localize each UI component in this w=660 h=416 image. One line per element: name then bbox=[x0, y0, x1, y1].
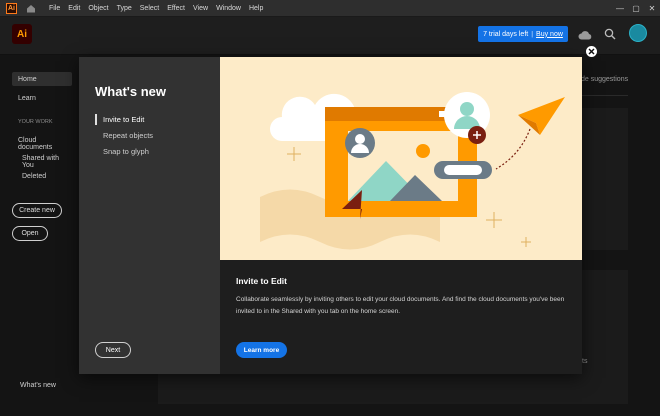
feature-content: Invite to Edit Collaborate seamlessly by… bbox=[220, 260, 582, 374]
sidebar-item-home[interactable]: Home bbox=[18, 76, 37, 83]
background-card bbox=[582, 108, 628, 250]
create-new-button[interactable]: Create new bbox=[12, 203, 62, 218]
feature-description: Collaborate seamlessly by inviting other… bbox=[236, 296, 565, 315]
maximize-button[interactable]: ▢ bbox=[628, 0, 644, 17]
menu-effect[interactable]: Effect bbox=[163, 5, 189, 12]
sidebar-section-your-work: YOUR WORK bbox=[18, 119, 53, 125]
dialog-sidebar: What's new Invite to Edit Repeat objects… bbox=[79, 57, 220, 374]
menu-help[interactable]: Help bbox=[245, 5, 267, 12]
menu-window[interactable]: Window bbox=[212, 5, 245, 12]
menu-bar: File Edit Object Type Select Effect View… bbox=[45, 5, 267, 12]
sidebar-item-cloud-documents[interactable]: Cloud documents bbox=[18, 137, 70, 151]
sidebar-item-deleted[interactable]: Deleted bbox=[22, 173, 46, 180]
cloud-icon[interactable] bbox=[578, 27, 592, 45]
background-card bbox=[158, 374, 628, 404]
feature-illustration bbox=[220, 57, 582, 260]
learn-more-button[interactable]: Learn more bbox=[236, 342, 287, 358]
next-button[interactable]: Next bbox=[95, 342, 131, 358]
menu-select[interactable]: Select bbox=[136, 5, 163, 12]
search-icon[interactable] bbox=[604, 27, 616, 45]
menu-edit[interactable]: Edit bbox=[64, 5, 84, 12]
buy-now-link[interactable]: Buy now bbox=[536, 31, 563, 38]
sidebar-item-whats-new[interactable]: What's new bbox=[20, 382, 56, 389]
trial-separator: | bbox=[531, 30, 534, 38]
sidebar-item-shared-with-you[interactable]: Shared with You bbox=[22, 155, 70, 169]
menu-view[interactable]: View bbox=[189, 5, 212, 12]
nav-snap-to-glyph[interactable]: Snap to glyph bbox=[103, 147, 149, 156]
menu-file[interactable]: File bbox=[45, 5, 64, 12]
feature-title: Invite to Edit bbox=[236, 276, 287, 286]
trial-days-text: 7 trial days left bbox=[483, 30, 529, 38]
dialog-title: What's new bbox=[95, 84, 166, 99]
active-indicator bbox=[95, 114, 97, 125]
illustrator-logo: Ai bbox=[12, 24, 32, 44]
app-header: Ai 7 trial days left | Buy now bbox=[0, 17, 660, 55]
home-icon[interactable] bbox=[25, 2, 37, 14]
close-icon bbox=[588, 48, 595, 55]
nav-repeat-objects[interactable]: Repeat objects bbox=[103, 131, 153, 140]
sidebar-item-learn[interactable]: Learn bbox=[18, 95, 36, 102]
background-text: ts bbox=[582, 358, 588, 365]
sidebar: Home Learn YOUR WORK Cloud documents Sha… bbox=[0, 56, 72, 416]
app-icon: Ai bbox=[6, 2, 17, 14]
open-button[interactable]: Open bbox=[12, 226, 48, 241]
hide-suggestions-link[interactable]: de suggestions bbox=[581, 76, 628, 83]
trial-banner[interactable]: 7 trial days left | Buy now bbox=[478, 26, 568, 42]
nav-invite-to-edit[interactable]: Invite to Edit bbox=[103, 115, 144, 124]
minimize-button[interactable]: — bbox=[612, 0, 628, 17]
avatar[interactable] bbox=[629, 24, 647, 42]
menu-object[interactable]: Object bbox=[84, 5, 112, 12]
window-controls: — ▢ ✕ bbox=[612, 0, 660, 17]
close-window-button[interactable]: ✕ bbox=[644, 0, 660, 17]
title-bar: Ai File Edit Object Type Select Effect V… bbox=[0, 0, 660, 17]
close-dialog-button[interactable] bbox=[586, 46, 597, 57]
whats-new-dialog: What's new Invite to Edit Repeat objects… bbox=[79, 57, 582, 374]
menu-type[interactable]: Type bbox=[113, 5, 136, 12]
